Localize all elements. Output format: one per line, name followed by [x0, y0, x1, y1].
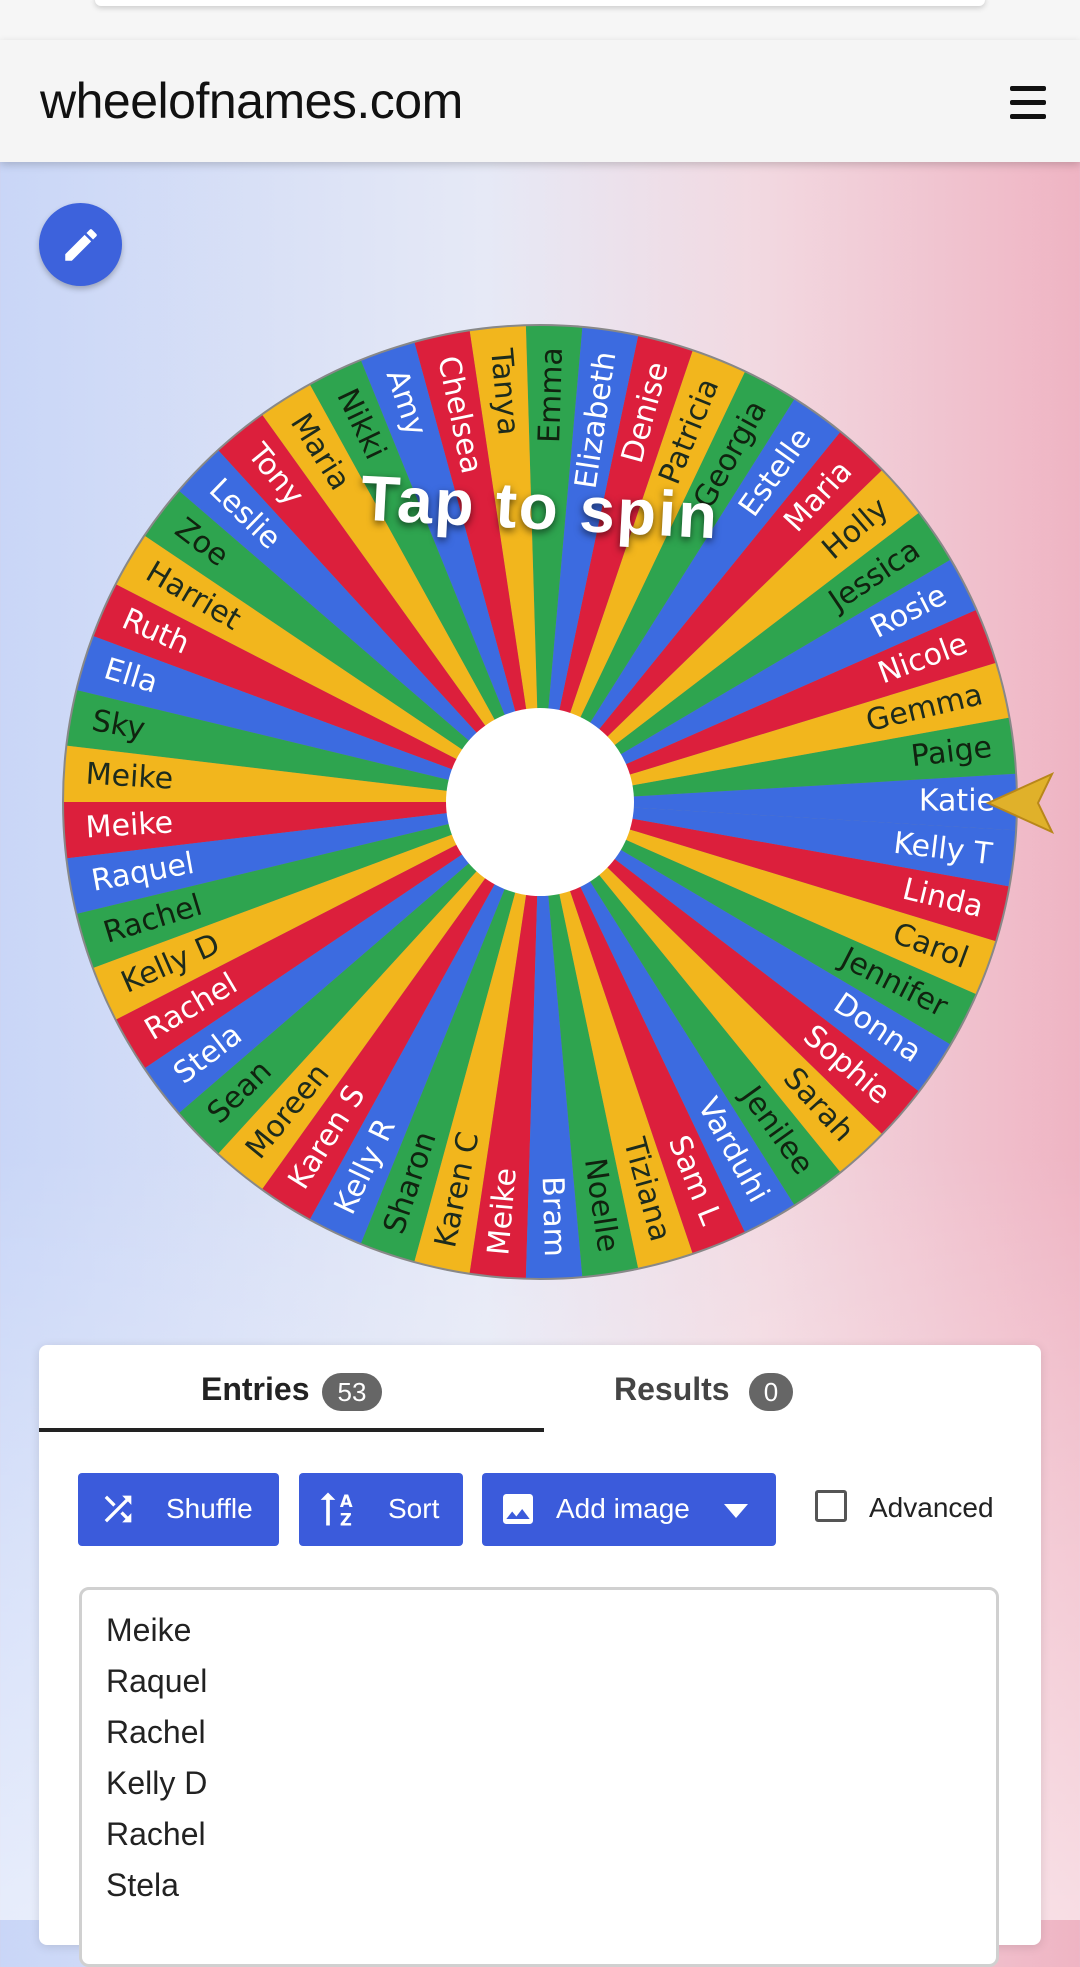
edit-button[interactable] [39, 203, 122, 286]
shuffle-button[interactable]: Shuffle [78, 1473, 279, 1546]
entries-textarea[interactable]: Meike Raquel Rachel Kelly D Rachel Stela [79, 1587, 999, 1967]
image-icon [503, 1494, 533, 1524]
advanced-label[interactable]: Advanced [869, 1492, 994, 1524]
wheel-slice-label: Meike [85, 805, 174, 845]
pencil-icon [65, 229, 97, 261]
sort-button[interactable]: A Z Sort [299, 1473, 463, 1546]
entry-line: Kelly D [106, 1765, 208, 1801]
entries-count-badge: 53 [322, 1373, 382, 1411]
wheel-pointer-icon [985, 771, 1055, 835]
tab-entries[interactable]: Entries 53 [39, 1345, 544, 1431]
shuffle-icon [104, 1495, 132, 1523]
wheel-slice-label: Bram [535, 1176, 572, 1258]
active-tab-indicator [39, 1428, 544, 1432]
shuffle-label: Shuffle [166, 1493, 253, 1524]
entry-line: Meike [106, 1612, 192, 1648]
hamburger-menu-icon[interactable] [1008, 86, 1048, 120]
tab-results[interactable]: Results 0 [544, 1345, 1041, 1431]
site-title[interactable]: wheelofnames.com [40, 72, 463, 130]
wheel-center-hub [446, 708, 634, 896]
results-count-badge: 0 [749, 1373, 793, 1411]
app-bar: wheelofnames.com [0, 40, 1080, 162]
entries-panel: Entries 53 Results 0 Shuffle A Z Sort Ad… [39, 1345, 1041, 1967]
svg-text:Z: Z [340, 1511, 352, 1530]
advanced-checkbox[interactable] [815, 1490, 847, 1522]
entry-line: Rachel [106, 1816, 206, 1852]
add-image-button[interactable]: Add image [482, 1473, 776, 1546]
sort-label: Sort [388, 1493, 440, 1524]
sort-icon: A Z [320, 1492, 353, 1530]
status-strip [0, 0, 1080, 40]
entry-line: Stela [106, 1867, 179, 1903]
spin-wheel[interactable]: KatiePaigeGemmaNicoleRosieJessicaHollyMa… [60, 322, 1020, 1282]
wheel-slice-label: Meike [85, 757, 174, 797]
tab-entries-label: Entries [201, 1371, 310, 1407]
wheel-slice-label: Emma [532, 347, 570, 444]
entry-line: Rachel [106, 1714, 206, 1750]
tab-results-label: Results [614, 1371, 730, 1407]
chevron-down-icon[interactable] [722, 1501, 750, 1521]
browser-handle [95, 0, 985, 6]
add-image-label: Add image [556, 1493, 690, 1524]
svg-text:A: A [340, 1492, 353, 1511]
entry-line: Raquel [106, 1663, 208, 1699]
